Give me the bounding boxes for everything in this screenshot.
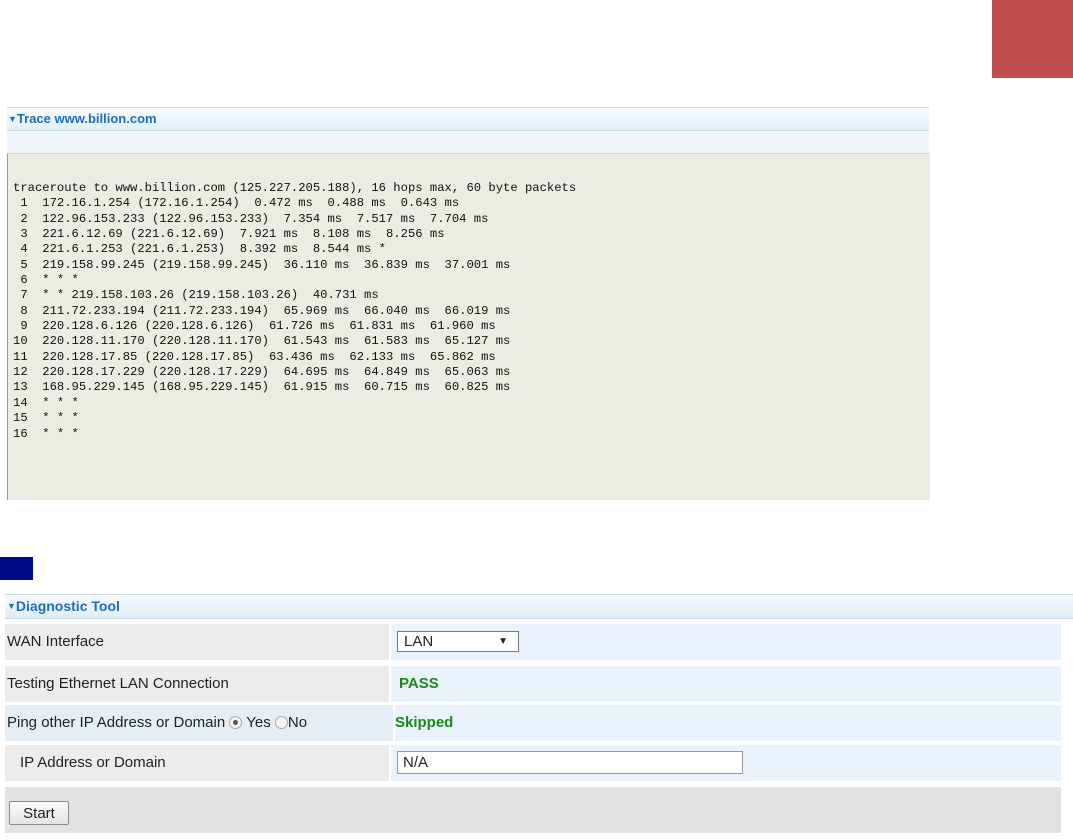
wan-interface-value: LAN bbox=[404, 633, 434, 650]
ping-yes-radio[interactable] bbox=[229, 716, 243, 729]
lan-test-result: PASS bbox=[399, 675, 439, 692]
diagnostic-panel: ▼Diagnostic Tool WAN Interface LAN ▼ Tes… bbox=[5, 594, 1073, 834]
diagnostic-panel-header[interactable]: ▼Diagnostic Tool bbox=[5, 594, 1073, 619]
ip-address-cell: N/A bbox=[389, 745, 1061, 781]
trace-output-text: traceroute to www.billion.com (125.227.2… bbox=[13, 181, 577, 441]
lan-test-label: Testing Ethernet LAN Connection bbox=[5, 666, 389, 702]
ping-yes-label[interactable]: Yes bbox=[246, 714, 270, 731]
wan-interface-select[interactable]: LAN ▼ bbox=[397, 631, 519, 652]
wan-interface-cell: LAN ▼ bbox=[389, 624, 1061, 660]
ip-address-input[interactable]: N/A bbox=[397, 751, 743, 774]
ping-label: Ping other IP Address or Domain bbox=[7, 714, 226, 731]
collapse-triangle-icon: ▼ bbox=[8, 114, 17, 124]
ping-result: Skipped bbox=[395, 714, 454, 731]
ping-no-radio[interactable] bbox=[274, 716, 288, 729]
ping-label-cell: Ping other IP Address or Domain Yes No bbox=[5, 705, 393, 741]
trace-panel-header[interactable]: ▼Trace www.billion.com bbox=[7, 107, 929, 131]
collapse-triangle-icon: ▼ bbox=[7, 601, 16, 611]
trace-toolbar-strip bbox=[7, 131, 929, 154]
trace-output-area[interactable]: traceroute to www.billion.com (125.227.2… bbox=[7, 154, 930, 500]
red-decor-block bbox=[992, 0, 1073, 78]
navy-decor-block bbox=[0, 557, 33, 580]
diagnostic-title: Diagnostic Tool bbox=[15, 598, 120, 614]
dropdown-arrow-icon: ▼ bbox=[498, 636, 508, 647]
trace-title: Trace www.billion.com bbox=[16, 111, 157, 126]
ping-no-label[interactable]: No bbox=[288, 714, 307, 731]
trace-panel: ▼Trace www.billion.com traceroute to www… bbox=[7, 107, 930, 500]
start-row: Start bbox=[5, 787, 1061, 833]
ip-address-label: IP Address or Domain bbox=[5, 745, 389, 781]
start-button[interactable]: Start bbox=[9, 801, 69, 825]
wan-interface-label: WAN Interface bbox=[5, 624, 389, 660]
ping-result-cell: Skipped bbox=[393, 705, 1061, 741]
lan-test-cell: PASS bbox=[389, 666, 1061, 702]
